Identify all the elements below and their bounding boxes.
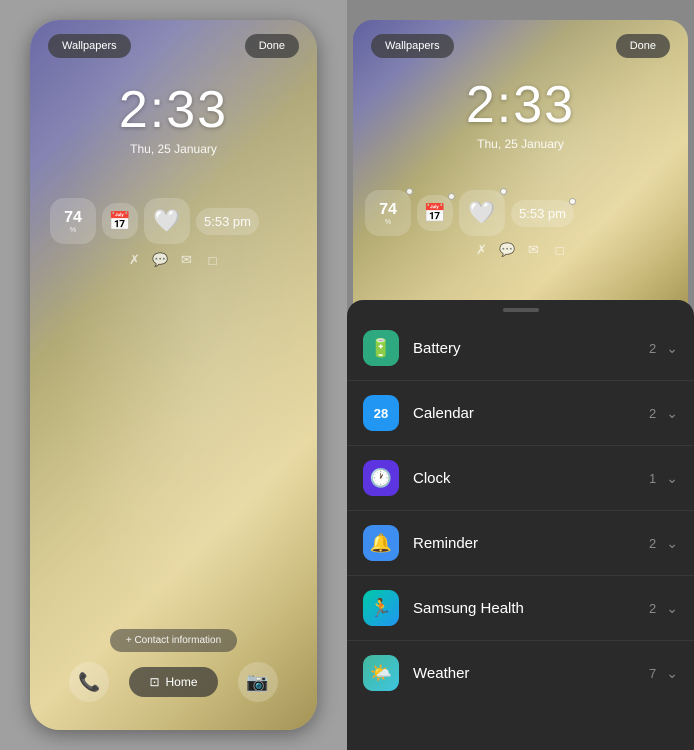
weather-count: 7 — [649, 666, 656, 681]
samsung-health-icon: 🏃 — [363, 590, 399, 626]
right-time-widget[interactable]: 5:53 pm — [511, 200, 574, 227]
weather-label: Weather — [413, 665, 649, 682]
left-done-button[interactable]: Done — [245, 34, 299, 58]
left-heart-widget-wrapper: 🤍 — [144, 198, 190, 244]
list-item-samsung-health[interactable]: 🏃 Samsung Health 2 ⌄ — [347, 576, 694, 641]
left-battery-widget-wrapper: 74 % — [50, 198, 96, 244]
right-calendar-widget-wrapper: 📅 — [417, 195, 453, 231]
clock-count: 1 — [649, 471, 656, 486]
home-label: Home — [166, 675, 198, 689]
left-battery-widget[interactable]: 74 % — [50, 198, 96, 244]
right-clock-date: Thu, 25 January — [353, 137, 688, 151]
battery-icon: 🔋 — [363, 330, 399, 366]
right-notif-row: ✗ 💬 ✉ □ — [353, 242, 688, 258]
reminder-chevron[interactable]: ⌄ — [666, 535, 678, 552]
list-item-clock[interactable]: 🕐 Clock 1 ⌄ — [347, 446, 694, 511]
right-top-bar: Wallpapers Done — [353, 34, 688, 58]
battery-chevron[interactable]: ⌄ — [666, 340, 678, 357]
right-notif-phone-icon: ✗ — [474, 242, 490, 258]
camera-dock-icon[interactable]: 📷 — [238, 662, 278, 702]
right-panel: Wallpapers Done 2:33 Thu, 25 January 74 … — [347, 0, 694, 750]
left-heart-widget[interactable]: 🤍 — [144, 198, 190, 244]
right-clock-time: 2:33 — [353, 75, 688, 135]
calendar-count: 2 — [649, 406, 656, 421]
right-notif-extra-icon: □ — [552, 242, 568, 258]
calendar-chevron[interactable]: ⌄ — [666, 405, 678, 422]
battery-label: % — [70, 227, 76, 234]
samsung-health-count: 2 — [649, 601, 656, 616]
left-phone-bottom: + Contact information 📞 ⊡ Home 📷 — [30, 629, 317, 702]
right-wallpaper-overlay — [353, 20, 688, 330]
right-time-widget-wrapper: 5:53 pm — [511, 200, 574, 227]
left-wallpapers-button[interactable]: Wallpapers — [48, 34, 131, 58]
right-time-value: 5:53 pm — [519, 206, 566, 221]
left-time-widget[interactable]: 5:53 pm — [196, 208, 259, 235]
widget-list: 🔋 Battery 2 ⌄ 28 Calendar 2 ⌄ 🕐 Clock 1 … — [347, 316, 694, 705]
list-item-battery[interactable]: 🔋 Battery 2 ⌄ — [347, 316, 694, 381]
right-calendar-icon: 📅 — [424, 203, 446, 224]
right-phone-screen: Wallpapers Done 2:33 Thu, 25 January 74 … — [353, 20, 688, 330]
list-item-weather[interactable]: 🌤️ Weather 7 ⌄ — [347, 641, 694, 705]
battery-number: 74 — [64, 209, 82, 227]
notif-bubble-icon: 💬 — [153, 252, 169, 268]
right-wallpapers-button[interactable]: Wallpapers — [371, 34, 454, 58]
right-notif-bubble-icon: 💬 — [500, 242, 516, 258]
calendar-label: Calendar — [413, 405, 649, 422]
weather-icon: 🌤️ — [363, 655, 399, 691]
notif-mail-icon: ✉ — [179, 252, 195, 268]
right-calendar-widget[interactable]: 📅 — [417, 195, 453, 231]
left-time-value: 5:53 pm — [204, 214, 251, 229]
right-battery-widget-wrapper: 74 % — [365, 190, 411, 236]
battery-label: Battery — [413, 340, 649, 357]
bottom-sheet: 🔋 Battery 2 ⌄ 28 Calendar 2 ⌄ 🕐 Clock 1 … — [347, 300, 694, 750]
clock-icon: 🕐 — [363, 460, 399, 496]
list-item-calendar[interactable]: 28 Calendar 2 ⌄ — [347, 381, 694, 446]
right-widget-row: 74 % 📅 🤍 5:53 pm — [365, 190, 676, 236]
left-clock-date: Thu, 25 January — [30, 142, 317, 156]
clock-chevron[interactable]: ⌄ — [666, 470, 678, 487]
left-top-bar: Wallpapers Done — [30, 34, 317, 58]
contact-info-button[interactable]: + Contact information — [110, 629, 237, 652]
notif-phone-icon: ✗ — [127, 252, 143, 268]
left-widget-row: 74 % 📅 🤍 5:53 pm — [50, 198, 297, 244]
reminder-count: 2 — [649, 536, 656, 551]
right-done-button[interactable]: Done — [616, 34, 670, 58]
left-clock-time: 2:33 — [30, 80, 317, 140]
right-battery-number: 74 — [379, 201, 397, 219]
phone-dock-icon[interactable]: 📞 — [69, 662, 109, 702]
heart-icon: 🤍 — [153, 208, 180, 234]
reminder-label: Reminder — [413, 535, 649, 552]
left-panel: Wallpapers Done 2:33 Thu, 25 January 74 … — [0, 0, 347, 750]
right-clock: 2:33 Thu, 25 January — [353, 75, 688, 151]
home-button[interactable]: ⊡ Home — [129, 667, 217, 697]
calendar-icon: 📅 — [109, 211, 131, 232]
samsung-health-chevron[interactable]: ⌄ — [666, 600, 678, 617]
right-heart-widget-wrapper: 🤍 — [459, 190, 505, 236]
left-calendar-widget[interactable]: 📅 — [102, 203, 138, 239]
notif-extra-icon: □ — [205, 252, 221, 268]
left-notif-row: ✗ 💬 ✉ □ — [30, 252, 317, 268]
right-notif-mail-icon: ✉ — [526, 242, 542, 258]
battery-count: 2 — [649, 341, 656, 356]
samsung-health-label: Samsung Health — [413, 600, 649, 617]
clock-label: Clock — [413, 470, 649, 487]
home-icon: ⊡ — [149, 675, 159, 689]
right-battery-label: % — [385, 219, 391, 226]
right-battery-widget[interactable]: 74 % — [365, 190, 411, 236]
left-phone-screen: Wallpapers Done 2:33 Thu, 25 January 74 … — [30, 20, 317, 730]
list-item-reminder[interactable]: 🔔 Reminder 2 ⌄ — [347, 511, 694, 576]
bottom-dock: 📞 ⊡ Home 📷 — [69, 662, 277, 702]
right-heart-widget[interactable]: 🤍 — [459, 190, 505, 236]
reminder-icon: 🔔 — [363, 525, 399, 561]
left-calendar-widget-wrapper: 📅 — [102, 203, 138, 239]
left-clock: 2:33 Thu, 25 January — [30, 80, 317, 156]
calendar-icon: 28 — [363, 395, 399, 431]
weather-chevron[interactable]: ⌄ — [666, 665, 678, 682]
sheet-handle — [503, 308, 539, 312]
right-heart-icon: 🤍 — [468, 200, 495, 226]
